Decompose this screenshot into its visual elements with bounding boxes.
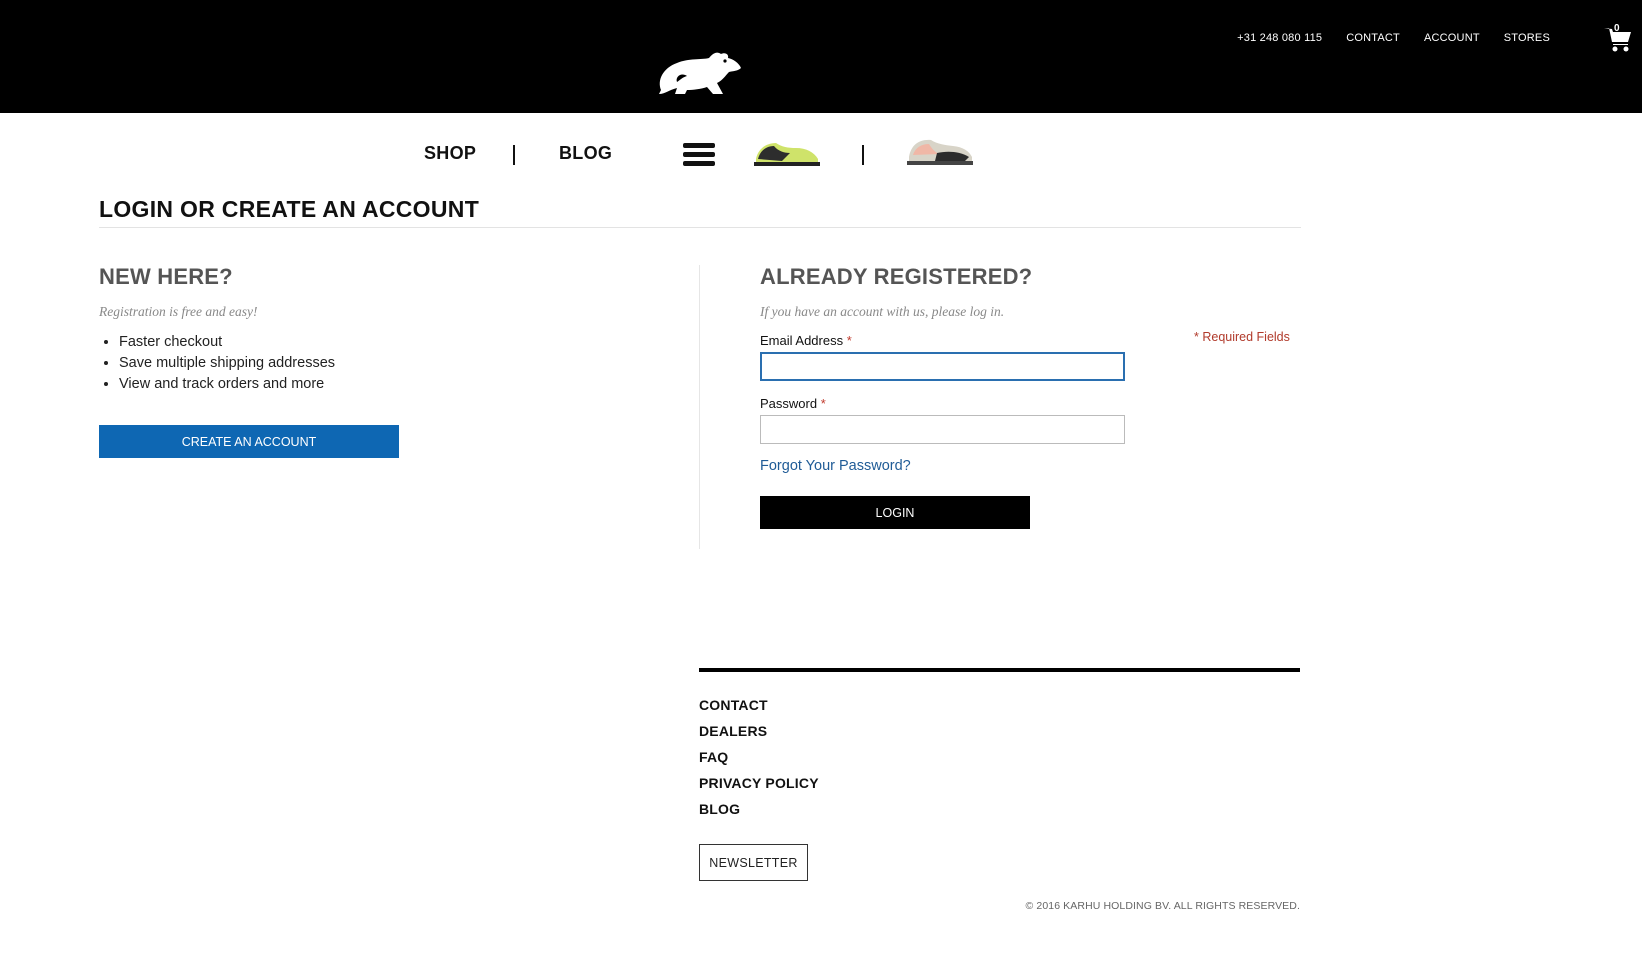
nav-separator bbox=[513, 145, 515, 165]
green-sneaker-icon[interactable] bbox=[752, 135, 822, 169]
nav-blog[interactable]: BLOG bbox=[559, 143, 612, 164]
title-divider bbox=[99, 227, 1301, 228]
pink-sneaker-icon[interactable] bbox=[907, 139, 973, 165]
password-label: Password * bbox=[760, 396, 826, 411]
column-divider bbox=[699, 265, 700, 549]
list-item: Save multiple shipping addresses bbox=[119, 355, 335, 372]
hamburger-menu-icon[interactable] bbox=[683, 143, 715, 167]
already-registered-heading: ALREADY REGISTERED? bbox=[760, 264, 1033, 289]
footer-dealers-link[interactable]: DEALERS bbox=[699, 723, 819, 739]
list-item: Faster checkout bbox=[119, 334, 335, 351]
new-here-heading: NEW HERE? bbox=[99, 264, 233, 289]
email-label-text: Email Address bbox=[760, 333, 844, 348]
login-subtitle: If you have an account with us, please l… bbox=[760, 304, 1005, 319]
top-header: +31 248 080 115 CONTACT ACCOUNT STORES 0 bbox=[0, 0, 1642, 113]
newsletter-button[interactable]: NEWSLETTER bbox=[699, 844, 808, 881]
email-field[interactable] bbox=[760, 352, 1125, 381]
stores-link[interactable]: STORES bbox=[1504, 32, 1550, 44]
required-fields-note: * Required Fields bbox=[1194, 330, 1290, 344]
nav-shop[interactable]: SHOP bbox=[424, 143, 476, 164]
phone-link[interactable]: +31 248 080 115 bbox=[1237, 32, 1322, 44]
required-mark: * bbox=[820, 396, 826, 411]
top-links: +31 248 080 115 CONTACT ACCOUNT STORES bbox=[1237, 32, 1550, 44]
email-label: Email Address * bbox=[760, 333, 852, 348]
footer-contact-link[interactable]: CONTACT bbox=[699, 697, 819, 713]
bear-logo-icon[interactable] bbox=[655, 50, 743, 102]
new-here-subtitle: Registration is free and easy! bbox=[99, 304, 258, 319]
password-field[interactable] bbox=[760, 415, 1125, 444]
copyright-text: © 2016 KARHU HOLDING BV. ALL RIGHTS RESE… bbox=[1025, 900, 1300, 912]
required-mark: * bbox=[846, 333, 852, 348]
footer-blog-link[interactable]: BLOG bbox=[699, 801, 819, 817]
list-item: View and track orders and more bbox=[119, 376, 335, 393]
cart-count-badge: 0 bbox=[1614, 23, 1620, 34]
create-account-button[interactable]: CREATE AN ACCOUNT bbox=[99, 425, 399, 458]
footer-faq-link[interactable]: FAQ bbox=[699, 749, 819, 765]
forgot-password-link[interactable]: Forgot Your Password? bbox=[760, 458, 911, 474]
password-label-text: Password bbox=[760, 396, 818, 411]
footer-links: CONTACT DEALERS FAQ PRIVACY POLICY BLOG bbox=[699, 697, 819, 827]
login-button[interactable]: LOGIN bbox=[760, 496, 1030, 529]
footer-privacy-link[interactable]: PRIVACY POLICY bbox=[699, 775, 819, 791]
benefits-list: Faster checkout Save multiple shipping a… bbox=[119, 334, 335, 397]
account-link[interactable]: ACCOUNT bbox=[1424, 32, 1480, 44]
page-title: LOGIN OR CREATE AN ACCOUNT bbox=[99, 196, 480, 222]
contact-link[interactable]: CONTACT bbox=[1346, 32, 1400, 44]
footer-divider bbox=[699, 668, 1300, 672]
nav-separator bbox=[862, 145, 864, 165]
